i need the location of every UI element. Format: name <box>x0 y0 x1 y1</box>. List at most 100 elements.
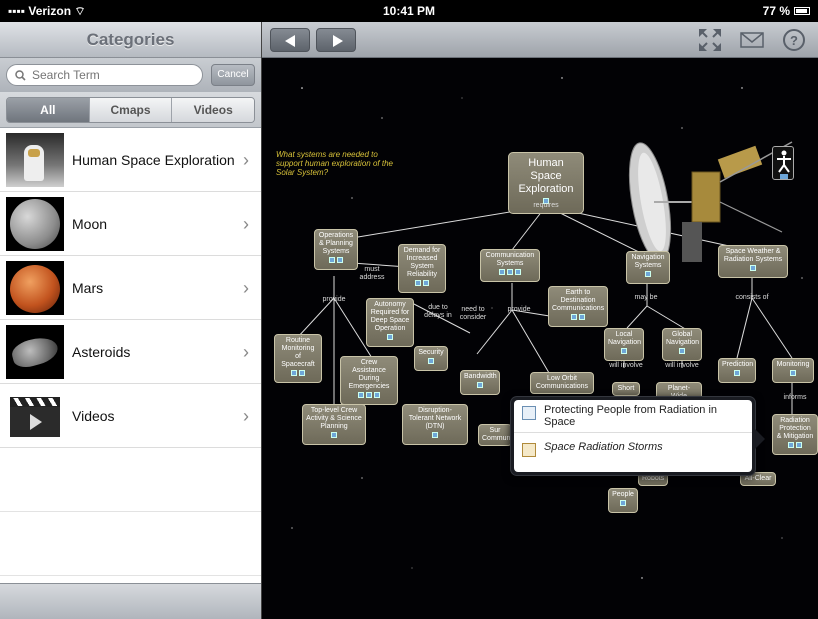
resource-icon[interactable] <box>750 265 756 271</box>
concept-short[interactable]: Short <box>612 382 640 396</box>
concept-toplevel[interactable]: Top-level Crew Activity & Science Planni… <box>302 404 366 445</box>
resource-icon[interactable] <box>366 392 372 398</box>
resource-icon[interactable] <box>387 334 393 340</box>
popover-item-label: Space Radiation Storms <box>544 441 663 453</box>
resource-icon[interactable] <box>299 370 305 376</box>
resource-icon[interactable] <box>432 432 438 438</box>
resource-icon[interactable] <box>337 257 343 263</box>
concept-prediction[interactable]: Prediction <box>718 358 756 383</box>
concept-local[interactable]: Local Navigation <box>604 328 644 361</box>
resource-icon[interactable] <box>579 314 585 320</box>
concept-dtn[interactable]: Disruption-Tolerant Network (DTN) <box>402 404 468 445</box>
concept-label: Monitoring <box>776 361 810 368</box>
resource-icon[interactable] <box>796 442 802 448</box>
concept-label: Commun <box>482 435 511 442</box>
help-button[interactable]: ? <box>780 26 808 54</box>
resource-icon[interactable] <box>679 348 685 354</box>
list-item-label: Mars <box>72 279 104 296</box>
resource-icon[interactable] <box>477 382 483 388</box>
concept-radiation[interactable]: Radiation Protection & Mitigation <box>772 414 818 455</box>
concept-label: Autonomy Required for Deep Space Operati… <box>370 301 410 332</box>
concept-label: Local Navigation <box>608 331 642 346</box>
concept-crew[interactable]: Crew Assistance During Emergencies <box>340 356 398 405</box>
concept-comm[interactable]: Communication Systems <box>480 249 540 282</box>
concept-demand[interactable]: Demand for Increased System Reliability <box>398 244 446 293</box>
fullscreen-icon <box>699 29 721 51</box>
popover-item-document[interactable]: Space Radiation Storms <box>514 432 752 461</box>
concept-e2d[interactable]: Earth to Destination Communications <box>548 286 608 327</box>
segment-cmaps[interactable]: Cmaps <box>89 98 173 122</box>
resource-icon[interactable] <box>621 348 627 354</box>
filter-segment-bar: All Cmaps Videos <box>0 92 261 128</box>
resource-icon[interactable] <box>291 370 297 376</box>
resource-icon[interactable] <box>423 280 429 286</box>
resource-icon[interactable] <box>374 392 380 398</box>
link-label: consists of <box>735 294 769 301</box>
resource-icon[interactable] <box>790 370 796 376</box>
resource-icon[interactable] <box>415 280 421 286</box>
chevron-right-icon: › <box>243 342 249 362</box>
concept-label: Space Weather & Radiation Systems <box>723 248 783 263</box>
concept-routine[interactable]: Routine Monitoring of Spacecraft <box>274 334 322 383</box>
chevron-right-icon: › <box>243 278 249 298</box>
resource-popover: Protecting People from Radiation in Spac… <box>510 396 765 476</box>
person-icon[interactable] <box>772 146 794 180</box>
resource-icon[interactable] <box>645 271 651 277</box>
segment-all[interactable]: All <box>7 98 90 122</box>
concept-leo[interactable]: Low Orbit Communications <box>530 372 594 394</box>
resource-icon[interactable] <box>515 269 521 275</box>
help-icon: ? <box>783 29 805 51</box>
resource-icon[interactable] <box>620 500 626 506</box>
battery-percent: 77 % <box>762 4 790 18</box>
svg-text:?: ? <box>790 33 798 48</box>
list-item-label: Asteroids <box>72 343 131 360</box>
list-item-moon[interactable]: Moon › <box>0 192 261 256</box>
concept-label: All-Clear <box>744 475 772 482</box>
popover-item-cmap[interactable]: Protecting People from Radiation in Spac… <box>514 400 752 432</box>
concept-sur[interactable]: Sur Commun <box>478 424 512 446</box>
concept-ops[interactable]: Operations & Planning Systems <box>314 229 358 270</box>
cancel-button[interactable]: Cancel <box>211 64 255 86</box>
category-list: Human Space Exploration › Moon › Mars › … <box>0 128 261 576</box>
list-item-human-space-exploration[interactable]: Human Space Exploration › <box>0 128 261 192</box>
fullscreen-button[interactable] <box>696 26 724 54</box>
concept-label: Crew Assistance During Emergencies <box>348 359 390 390</box>
concept-people[interactable]: People <box>608 488 638 513</box>
forward-button[interactable] <box>316 28 356 52</box>
concept-monitoring[interactable]: Monitoring <box>772 358 814 383</box>
link-label: informs <box>783 394 807 401</box>
resource-icon[interactable] <box>358 392 364 398</box>
concept-label: Top-level Crew Activity & Science Planni… <box>306 407 362 430</box>
mars-thumbnail <box>6 260 64 315</box>
resource-icon[interactable] <box>507 269 513 275</box>
resource-icon[interactable] <box>499 269 505 275</box>
resource-icon[interactable] <box>571 314 577 320</box>
back-button[interactable] <box>270 28 310 52</box>
viewer-toolbar: ? <box>262 22 818 58</box>
panel-title: Categories <box>86 30 175 49</box>
cmap-viewer: ? What systems are needed to support hum… <box>262 22 818 619</box>
segment-videos[interactable]: Videos <box>172 98 254 122</box>
search-field[interactable] <box>6 64 203 86</box>
concept-nav[interactable]: Navigation Systems <box>626 251 670 284</box>
concept-global[interactable]: Global Navigation <box>662 328 702 361</box>
concept-bandwidth[interactable]: Bandwidth <box>460 370 500 395</box>
resource-icon[interactable] <box>329 257 335 263</box>
mail-button[interactable] <box>738 26 766 54</box>
resource-icon[interactable] <box>788 442 794 448</box>
list-item-videos[interactable]: Videos › <box>0 384 261 448</box>
list-item-asteroids[interactable]: Asteroids › <box>0 320 261 384</box>
focus-question: What systems are needed to support human… <box>276 150 393 177</box>
concept-autonomy[interactable]: Autonomy Required for Deep Space Operati… <box>366 298 414 347</box>
mail-icon <box>740 32 764 48</box>
concept-security[interactable]: Security <box>414 346 448 371</box>
concept-map-canvas[interactable]: What systems are needed to support human… <box>262 58 818 619</box>
list-item-mars[interactable]: Mars › <box>0 256 261 320</box>
resource-icon[interactable] <box>734 370 740 376</box>
empty-row <box>0 448 261 512</box>
search-input[interactable] <box>32 68 182 82</box>
forward-arrow-icon <box>333 35 343 47</box>
concept-weather[interactable]: Space Weather & Radiation Systems <box>718 245 788 278</box>
resource-icon[interactable] <box>428 358 434 364</box>
resource-icon[interactable] <box>331 432 337 438</box>
